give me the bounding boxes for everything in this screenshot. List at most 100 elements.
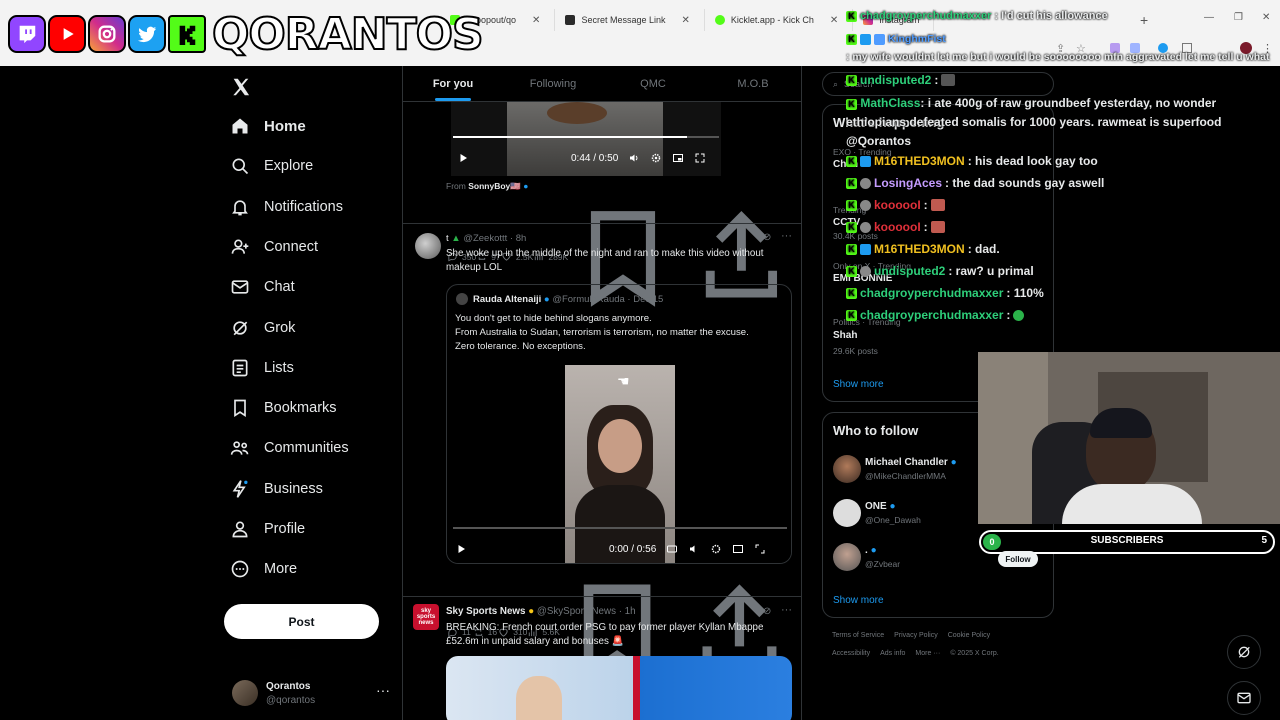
captions-icon[interactable] xyxy=(666,543,678,555)
tweet-video[interactable]: 0:44 / 0:50 xyxy=(451,96,721,176)
video-progress-track[interactable] xyxy=(453,527,787,529)
tree-emoji-icon: ▲ xyxy=(451,233,461,244)
tab-close-icon[interactable]: ✕ xyxy=(681,15,689,26)
show-more-link[interactable]: Show more xyxy=(833,595,884,606)
tab-label: Following xyxy=(529,77,577,90)
more-dots-icon[interactable]: ··· xyxy=(376,682,390,698)
tab-close-icon[interactable]: ✕ xyxy=(532,15,540,26)
footer-link[interactable]: More ··· xyxy=(915,650,940,657)
account-switcher[interactable]: Qorantos @qorantos ··· xyxy=(232,678,402,710)
tab-mob[interactable]: M.O.B xyxy=(703,66,801,101)
x-logo-icon[interactable] xyxy=(230,76,252,98)
follow-suggestion[interactable]: ONE ● xyxy=(865,501,896,512)
webcam-overlay xyxy=(978,352,1280,524)
add-person-icon xyxy=(231,239,249,254)
source-name[interactable]: SonnyBoy xyxy=(468,181,510,191)
nav-more[interactable]: More xyxy=(230,559,297,579)
sub-badge-icon xyxy=(860,34,871,45)
chat-message: Kchadgroyperchudmaxxer: 110% xyxy=(846,286,1044,300)
follow-suggestion[interactable]: . ● xyxy=(865,545,877,556)
footer-link[interactable]: Ads info xyxy=(880,650,905,657)
play-icon[interactable] xyxy=(457,152,469,164)
nav-grok[interactable]: Grok xyxy=(230,318,295,338)
verified-icon: ● xyxy=(889,501,896,512)
follow-handle: @One_Dawah xyxy=(865,515,921,525)
tweet-handle-time[interactable]: @Zeekottt · 8h xyxy=(463,233,526,244)
volume-icon[interactable] xyxy=(688,543,700,555)
footer-link[interactable]: Cookie Policy xyxy=(948,632,990,639)
home-icon xyxy=(232,118,248,134)
twitch-icon xyxy=(8,15,46,53)
picture-in-picture-icon[interactable] xyxy=(732,543,744,555)
tab-for-you[interactable]: For you xyxy=(403,66,503,101)
follow-handle: @MikeChandlerMMA xyxy=(865,471,946,481)
nav-label: Connect xyxy=(264,239,319,255)
nav-profile[interactable]: Profile xyxy=(230,519,305,539)
chat-user: LosingAces xyxy=(874,176,943,190)
browser-tab[interactable]: Secret Message Link ✕ xyxy=(555,9,705,31)
avatar[interactable] xyxy=(833,499,861,527)
chat-text: : dad. xyxy=(967,242,1000,256)
messages-float-button[interactable] xyxy=(1227,681,1261,715)
tab-following[interactable]: Following xyxy=(503,66,603,101)
volume-icon[interactable] xyxy=(628,152,640,164)
chat-user: chadgroyperchudmaxxer xyxy=(860,286,1004,300)
nav-label: More xyxy=(264,561,298,577)
follow-suggestion[interactable]: Michael Chandler ● xyxy=(865,457,957,468)
quote-video[interactable]: ☚ 0:00 / 0:56 xyxy=(447,365,791,563)
nav-explore[interactable]: Explore xyxy=(230,156,313,176)
emote-icon xyxy=(930,221,945,233)
settings-gear-icon[interactable] xyxy=(710,543,722,555)
subscriber-goal: 5 xyxy=(1261,535,1267,546)
fullscreen-icon[interactable] xyxy=(754,543,766,555)
footer-link[interactable]: Accessibility xyxy=(832,650,870,657)
tweet-image[interactable] xyxy=(446,656,792,720)
flag-emoji: 🇺🇸 xyxy=(510,181,521,191)
nav-business[interactable]: Business xyxy=(230,479,323,499)
fullscreen-icon[interactable] xyxy=(694,152,706,164)
grok-icon[interactable]: ⊘ xyxy=(763,606,771,617)
kick-badge-icon: K xyxy=(846,155,857,167)
avatar[interactable]: sky sports news xyxy=(413,604,439,630)
tweet-author-name[interactable]: Sky Sports News xyxy=(446,606,526,617)
sub-badge-icon xyxy=(860,243,871,255)
settings-gear-icon[interactable] xyxy=(650,152,662,164)
quote-author-name: Rauda Altenaiji xyxy=(473,294,542,305)
grok-icon[interactable]: ⊘ xyxy=(763,232,771,243)
footer-link[interactable]: Privacy Policy xyxy=(894,632,938,639)
chat-text: : xyxy=(934,73,939,87)
more-dots-icon[interactable]: ··· xyxy=(781,230,792,242)
picture-in-picture-icon[interactable] xyxy=(672,152,684,164)
chat-message: Kchadgroyperchudmaxxer: xyxy=(846,308,1025,322)
nav-connect[interactable]: Connect xyxy=(230,237,318,257)
play-icon[interactable] xyxy=(455,543,467,555)
browser-tab[interactable]: Kicklet.app - Kick Ch ✕ xyxy=(705,9,854,31)
nav-lists[interactable]: Lists xyxy=(230,358,294,378)
grok-float-button[interactable] xyxy=(1227,635,1261,669)
verified-gold-icon: ● xyxy=(528,606,535,617)
quote-line: From Australia to Sudan, terrorism is te… xyxy=(455,327,749,338)
follow-button[interactable]: Follow xyxy=(998,551,1038,567)
nav-label: Lists xyxy=(264,360,294,376)
chat-text: : xyxy=(923,220,928,234)
tab-qmc[interactable]: QMC xyxy=(603,66,703,101)
verified-icon: ● xyxy=(950,457,957,468)
avatar[interactable] xyxy=(833,543,861,571)
nav-home[interactable]: Home xyxy=(230,116,306,136)
footer-link[interactable]: Terms of Service xyxy=(832,632,884,639)
post-button[interactable]: Post xyxy=(224,604,379,639)
nav-chat[interactable]: Chat xyxy=(230,277,295,297)
avatar[interactable] xyxy=(415,233,441,259)
nav-bookmarks[interactable]: Bookmarks xyxy=(230,398,337,418)
nav-notifications[interactable]: Notifications xyxy=(230,197,343,217)
tab-close-icon[interactable]: ✕ xyxy=(830,15,838,26)
tweet-handle-time[interactable]: @SkySportsNews · 1h xyxy=(537,606,636,617)
emote-icon xyxy=(1013,309,1025,321)
nav-communities[interactable]: Communities xyxy=(230,438,349,458)
more-dots-icon[interactable]: ··· xyxy=(781,604,792,616)
divider xyxy=(403,223,801,224)
avatar[interactable] xyxy=(833,455,861,483)
show-more-link[interactable]: Show more xyxy=(833,379,884,390)
video-progress-track[interactable] xyxy=(453,136,719,138)
quote-tweet[interactable]: Rauda Altenaiji ● @FormulaRauda · Dec 15… xyxy=(446,284,792,564)
